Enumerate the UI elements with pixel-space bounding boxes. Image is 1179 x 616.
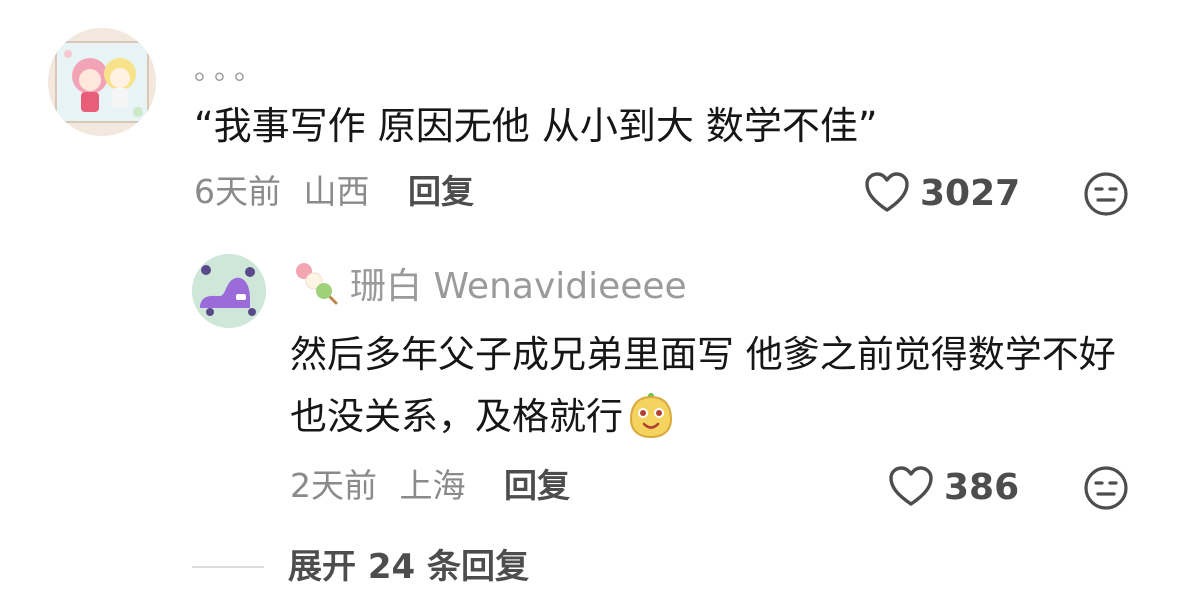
heart-icon [889, 466, 933, 506]
comment-text: “我事写作 原因无他 从小到大 数学不佳” [194, 104, 878, 148]
reply-text-body: 然后多年父子成兄弟里面写 他爹之前觉得数学不好也没关系，及格就行 [290, 333, 1116, 438]
meh-face-icon [1084, 466, 1128, 510]
expand-divider [192, 566, 264, 568]
anime-avatar [48, 28, 156, 136]
heart-icon [865, 172, 909, 212]
comment-meta: 6天前 山西 回复 [194, 170, 474, 214]
expand-replies-button[interactable]: 展开 24 条回复 [288, 545, 529, 589]
comment-time: 6天前 [194, 172, 281, 211]
meh-face-icon [1084, 172, 1128, 216]
reply-username[interactable]: 珊白 Wenavidieeee [350, 257, 687, 309]
reply-dislike-button[interactable] [1082, 464, 1130, 512]
reply-to-reply-button[interactable]: 回复 [504, 466, 570, 505]
reply-button[interactable]: 回复 [408, 172, 474, 211]
reply-like-count: 386 [944, 466, 1020, 508]
like-button[interactable]: 3027 [864, 169, 1020, 217]
like-count: 3027 [920, 172, 1021, 214]
comment-location: 山西 [303, 172, 370, 211]
reply-like-button[interactable]: 386 [888, 463, 1019, 511]
reply-location: 上海 [399, 466, 466, 505]
reply-header: 珊白 Wenavidieeee [290, 258, 687, 308]
dislike-button[interactable] [1082, 170, 1130, 218]
comment-thread: 。。。 “我事写作 原因无他 从小到大 数学不佳” 6天前 山西 回复 3027 [0, 0, 1179, 616]
reply-avatar[interactable] [192, 254, 266, 328]
smiling-fruit-emoji [625, 389, 677, 441]
reply-text: 然后多年父子成兄弟里面写 他爹之前觉得数学不好也没关系，及格就行 [290, 324, 1150, 448]
user-avatar[interactable] [48, 28, 156, 136]
comment-username[interactable]: 。。。 [194, 52, 268, 88]
purple-creature-avatar [192, 254, 266, 328]
reply-time: 2天前 [290, 466, 377, 505]
reply-meta: 2天前 上海 回复 [290, 464, 570, 508]
dango-icon [296, 263, 338, 305]
